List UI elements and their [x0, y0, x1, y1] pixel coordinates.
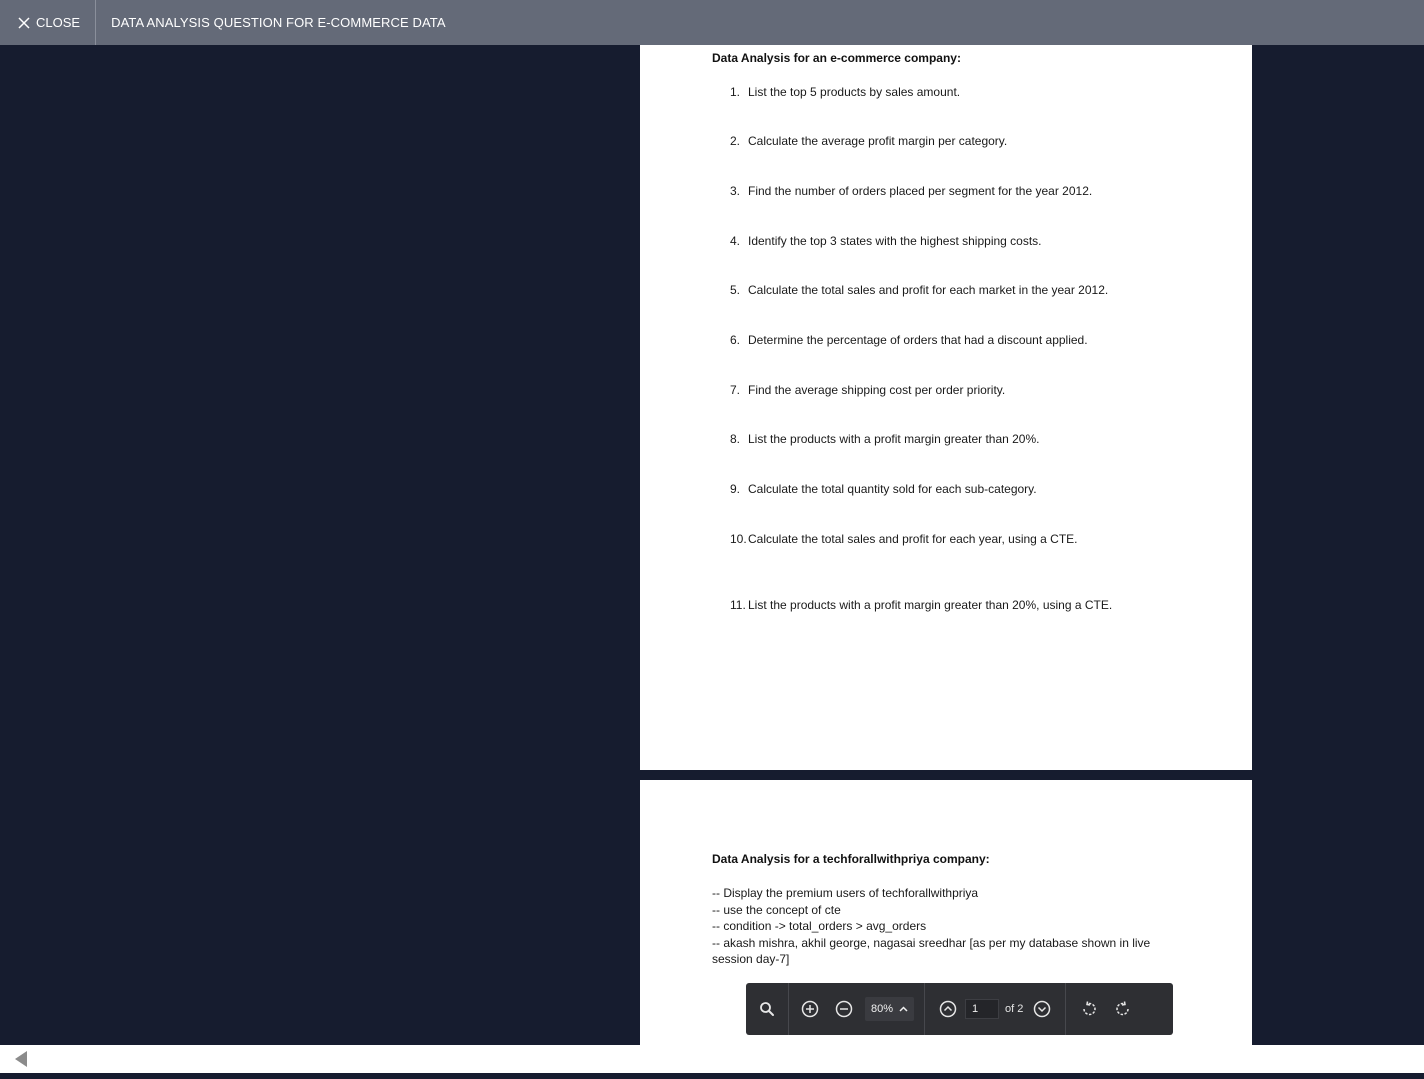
rotate-right-button[interactable]: [1106, 992, 1140, 1026]
page-body: -- Display the premium users of techfora…: [712, 885, 1162, 968]
list-item: 4. Identify the top 3 states with the hi…: [730, 234, 1042, 248]
list-item: 9. Calculate the total quantity sold for…: [730, 482, 1037, 496]
zoom-out-button[interactable]: [827, 992, 861, 1026]
list-text: Determine the percentage of orders that …: [748, 333, 1088, 347]
rotate-group: [1066, 983, 1144, 1035]
page-nav-group: of 2: [925, 983, 1067, 1035]
list-number: 8.: [730, 432, 741, 446]
search-button[interactable]: [750, 992, 784, 1026]
list-number: 9.: [730, 482, 741, 496]
document-page-1: Data Analysis for an e-commerce company:…: [640, 45, 1252, 770]
list-item: 10. Calculate the total sales and profit…: [730, 532, 1078, 546]
rotate-left-button[interactable]: [1072, 992, 1106, 1026]
list-number: 1.: [730, 85, 741, 99]
document-viewer[interactable]: Data Analysis for an e-commerce company:…: [0, 45, 1424, 1045]
zoom-group: 80%: [789, 983, 926, 1035]
bottom-edge: [0, 1073, 1424, 1079]
search-icon: [760, 1002, 774, 1016]
rotate-left-icon: [1083, 1001, 1097, 1016]
page-up-icon: [939, 1000, 957, 1018]
list-number: 6.: [730, 333, 741, 347]
list-text: List the products with a profit margin g…: [748, 432, 1040, 446]
list-text: List the products with a profit margin g…: [748, 598, 1113, 612]
list-text: Calculate the total sales and profit for…: [748, 283, 1109, 297]
list-item: 3. Find the number of orders placed per …: [730, 184, 1092, 198]
zoom-in-icon: [801, 1000, 819, 1018]
triangle-left-icon: [15, 1051, 27, 1067]
search-group: [746, 983, 789, 1035]
list-text: List the top 5 products by sales amount.: [748, 85, 961, 99]
text-line: -- Display the premium users of techfora…: [712, 886, 979, 900]
list-text: Calculate the total sales and profit for…: [748, 532, 1078, 546]
list-number: 2.: [730, 134, 741, 148]
list-text: Identify the top 3 states with the highe…: [748, 234, 1042, 248]
page-heading: Data Analysis for an e-commerce company:: [712, 51, 961, 65]
list-text: Calculate the average profit margin per …: [748, 134, 1008, 148]
text-line: -- use the concept of cte: [712, 902, 841, 917]
zoom-level-select[interactable]: 80%: [865, 997, 915, 1021]
close-button[interactable]: CLOSE: [0, 0, 97, 45]
list-number: 3.: [730, 184, 741, 198]
rotate-right-icon: [1116, 1001, 1130, 1016]
list-item: 5. Calculate the total sales and profit …: [730, 283, 1108, 297]
list-number: 11.: [730, 598, 746, 612]
next-page-button[interactable]: [1025, 992, 1059, 1026]
list-item: 7. Find the average shipping cost per or…: [730, 383, 1005, 397]
list-text: Find the average shipping cost per order…: [748, 383, 1006, 397]
text-line: -- akash mishra, akhil george, nagasai s…: [712, 935, 1151, 967]
text-line: -- condition -> total_orders > avg_order…: [712, 919, 927, 933]
chevron-up-icon: [899, 1006, 908, 1012]
list-item: 2. Calculate the average profit margin p…: [730, 134, 1007, 148]
list-number: 7.: [730, 383, 741, 397]
list-item: 8. List the products with a profit margi…: [730, 432, 1040, 446]
zoom-out-icon: [835, 1000, 853, 1018]
list-number: 10.: [730, 532, 747, 546]
zoom-in-button[interactable]: [793, 992, 827, 1026]
list-item: 6. Determine the percentage of orders th…: [730, 333, 1088, 347]
list-number: 5.: [730, 283, 741, 297]
list-item: 1. List the top 5 products by sales amou…: [730, 85, 960, 99]
page-number-input[interactable]: [965, 999, 1000, 1019]
list-text: Calculate the total quantity sold for ea…: [748, 482, 1037, 496]
page-heading: Data Analysis for a techforallwithpriya …: [712, 852, 990, 866]
viewer-header: CLOSE DATA ANALYSIS QUESTION FOR E-COMME…: [0, 0, 1424, 45]
page-down-icon: [1034, 1000, 1051, 1018]
close-icon: [18, 16, 30, 29]
bottom-bar: [0, 1045, 1424, 1073]
previous-page-button[interactable]: [931, 992, 965, 1026]
document-title: DATA ANALYSIS QUESTION FOR E-COMMERCE DA…: [111, 15, 446, 30]
collapse-button[interactable]: [14, 1050, 28, 1073]
list-text: Find the number of orders placed per seg…: [748, 184, 1093, 198]
list-item: 11. List the products with a profit marg…: [730, 598, 1112, 612]
list-number: 4.: [730, 234, 741, 248]
pdf-toolbar: 80% of 2: [746, 983, 1173, 1035]
close-label: CLOSE: [36, 15, 81, 30]
page-total-label: of 2: [1005, 1003, 1024, 1015]
zoom-level-value: 80%: [871, 1003, 894, 1015]
